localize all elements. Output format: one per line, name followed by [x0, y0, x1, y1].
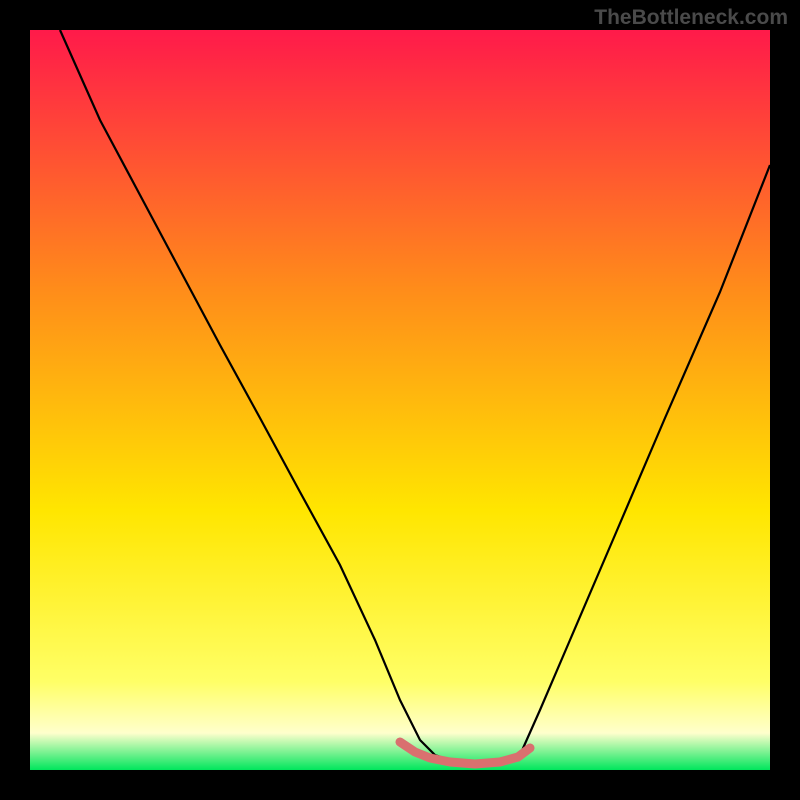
plot-area — [30, 30, 770, 770]
watermark-text: TheBottleneck.com — [594, 6, 788, 30]
bottleneck-chart — [0, 0, 800, 800]
chart-svg — [0, 0, 800, 800]
